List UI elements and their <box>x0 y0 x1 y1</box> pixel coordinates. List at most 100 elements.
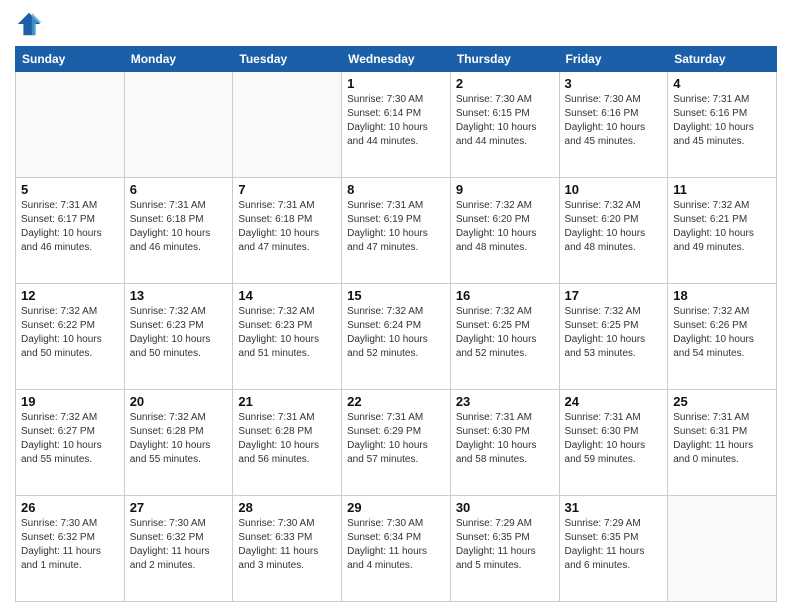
day-number: 25 <box>673 394 771 409</box>
day-number: 1 <box>347 76 445 91</box>
day-number: 11 <box>673 182 771 197</box>
calendar-cell: 4Sunrise: 7:31 AM Sunset: 6:16 PM Daylig… <box>668 72 777 178</box>
day-number: 17 <box>565 288 663 303</box>
calendar-cell: 15 Sunrise: 7:32 AM Sunset: 6:24 PM Dayli… <box>342 284 451 390</box>
day-number: 22 <box>347 394 445 409</box>
day-number: 31 <box>565 500 663 515</box>
day-info: Sunrise: 7:31 AM Sunset: 6:29 PM Dayligh… <box>347 411 445 467</box>
calendar-cell: 21 Sunrise: 7:31 AM Sunset: 6:28 PM Dayli… <box>233 390 342 496</box>
day-info: Sunrise: 7:30 AM Sunset: 6:14 PM Dayligh… <box>347 93 445 149</box>
calendar-cell: 13 Sunrise: 7:32 AM Sunset: 6:23 PM Dayli… <box>124 284 233 390</box>
calendar-cell: 16Sunrise: 7:32 AM Sunset: 6:25 PM Dayli… <box>450 284 559 390</box>
day-info: Sunrise: 7:30 AM Sunset: 6:32 PM Dayligh… <box>130 517 228 573</box>
week-row-2: 5 Sunrise: 7:31 AM Sunset: 6:17 PM Daylig… <box>16 178 777 284</box>
day-number: 27 <box>130 500 228 515</box>
header <box>15 10 777 38</box>
day-info: Sunrise: 7:30 AM Sunset: 6:16 PM Dayligh… <box>565 93 663 149</box>
day-number: 29 <box>347 500 445 515</box>
day-info: Sunrise: 7:30 AM Sunset: 6:32 PM Dayligh… <box>21 517 119 573</box>
calendar-cell: 29Sunrise: 7:30 AM Sunset: 6:34 PM Dayli… <box>342 496 451 602</box>
day-number: 15 <box>347 288 445 303</box>
calendar-cell: 26Sunrise: 7:30 AM Sunset: 6:32 PM Dayli… <box>16 496 125 602</box>
weekday-header-monday: Monday <box>124 47 233 72</box>
day-info: Sunrise: 7:31 AM Sunset: 6:17 PM Dayligh… <box>21 199 119 255</box>
day-info: Sunrise: 7:31 AM Sunset: 6:30 PM Dayligh… <box>456 411 554 467</box>
calendar-cell: 12Sunrise: 7:32 AM Sunset: 6:22 PM Dayli… <box>16 284 125 390</box>
weekday-header-saturday: Saturday <box>668 47 777 72</box>
calendar-cell: 27 Sunrise: 7:30 AM Sunset: 6:32 PM Dayli… <box>124 496 233 602</box>
logo <box>15 10 47 38</box>
day-info: Sunrise: 7:32 AM Sunset: 6:24 PM Dayligh… <box>347 305 445 361</box>
week-row-5: 26Sunrise: 7:30 AM Sunset: 6:32 PM Dayli… <box>16 496 777 602</box>
calendar-cell: 10 Sunrise: 7:32 AM Sunset: 6:20 PM Dayli… <box>559 178 668 284</box>
day-number: 18 <box>673 288 771 303</box>
day-number: 10 <box>565 182 663 197</box>
calendar-cell: 6 Sunrise: 7:31 AM Sunset: 6:18 PM Daylig… <box>124 178 233 284</box>
calendar-cell: 5 Sunrise: 7:31 AM Sunset: 6:17 PM Daylig… <box>16 178 125 284</box>
weekday-header-thursday: Thursday <box>450 47 559 72</box>
day-info: Sunrise: 7:29 AM Sunset: 6:35 PM Dayligh… <box>565 517 663 573</box>
calendar-table: SundayMondayTuesdayWednesdayThursdayFrid… <box>15 46 777 602</box>
day-info: Sunrise: 7:30 AM Sunset: 6:33 PM Dayligh… <box>238 517 336 573</box>
day-info: Sunrise: 7:32 AM Sunset: 6:23 PM Dayligh… <box>130 305 228 361</box>
calendar-cell: 7 Sunrise: 7:31 AM Sunset: 6:18 PM Daylig… <box>233 178 342 284</box>
day-info: Sunrise: 7:31 AM Sunset: 6:31 PM Dayligh… <box>673 411 771 467</box>
day-info: Sunrise: 7:30 AM Sunset: 6:15 PM Dayligh… <box>456 93 554 149</box>
logo-icon <box>15 10 43 38</box>
day-number: 5 <box>21 182 119 197</box>
day-number: 30 <box>456 500 554 515</box>
day-info: Sunrise: 7:32 AM Sunset: 6:25 PM Dayligh… <box>565 305 663 361</box>
day-number: 21 <box>238 394 336 409</box>
day-number: 13 <box>130 288 228 303</box>
weekday-header-tuesday: Tuesday <box>233 47 342 72</box>
calendar-cell: 19Sunrise: 7:32 AM Sunset: 6:27 PM Dayli… <box>16 390 125 496</box>
calendar-cell: 14 Sunrise: 7:32 AM Sunset: 6:23 PM Dayli… <box>233 284 342 390</box>
weekday-header-row: SundayMondayTuesdayWednesdayThursdayFrid… <box>16 47 777 72</box>
day-info: Sunrise: 7:32 AM Sunset: 6:28 PM Dayligh… <box>130 411 228 467</box>
calendar-cell: 23 Sunrise: 7:31 AM Sunset: 6:30 PM Dayli… <box>450 390 559 496</box>
day-info: Sunrise: 7:31 AM Sunset: 6:28 PM Dayligh… <box>238 411 336 467</box>
week-row-3: 12Sunrise: 7:32 AM Sunset: 6:22 PM Dayli… <box>16 284 777 390</box>
page: SundayMondayTuesdayWednesdayThursdayFrid… <box>0 0 792 612</box>
day-info: Sunrise: 7:29 AM Sunset: 6:35 PM Dayligh… <box>456 517 554 573</box>
day-number: 23 <box>456 394 554 409</box>
day-info: Sunrise: 7:32 AM Sunset: 6:27 PM Dayligh… <box>21 411 119 467</box>
day-number: 24 <box>565 394 663 409</box>
weekday-header-friday: Friday <box>559 47 668 72</box>
day-info: Sunrise: 7:32 AM Sunset: 6:20 PM Dayligh… <box>456 199 554 255</box>
day-info: Sunrise: 7:32 AM Sunset: 6:22 PM Dayligh… <box>21 305 119 361</box>
calendar-cell: 30 Sunrise: 7:29 AM Sunset: 6:35 PM Dayli… <box>450 496 559 602</box>
week-row-1: 1 Sunrise: 7:30 AM Sunset: 6:14 PM Daylig… <box>16 72 777 178</box>
weekday-header-wednesday: Wednesday <box>342 47 451 72</box>
calendar-cell <box>16 72 125 178</box>
calendar-cell <box>124 72 233 178</box>
calendar-cell: 28Sunrise: 7:30 AM Sunset: 6:33 PM Dayli… <box>233 496 342 602</box>
calendar-cell: 1 Sunrise: 7:30 AM Sunset: 6:14 PM Daylig… <box>342 72 451 178</box>
day-number: 8 <box>347 182 445 197</box>
day-info: Sunrise: 7:31 AM Sunset: 6:19 PM Dayligh… <box>347 199 445 255</box>
calendar-cell: 20 Sunrise: 7:32 AM Sunset: 6:28 PM Dayli… <box>124 390 233 496</box>
day-info: Sunrise: 7:32 AM Sunset: 6:20 PM Dayligh… <box>565 199 663 255</box>
calendar-cell <box>668 496 777 602</box>
day-number: 7 <box>238 182 336 197</box>
day-info: Sunrise: 7:32 AM Sunset: 6:23 PM Dayligh… <box>238 305 336 361</box>
day-info: Sunrise: 7:31 AM Sunset: 6:18 PM Dayligh… <box>130 199 228 255</box>
day-number: 6 <box>130 182 228 197</box>
day-number: 20 <box>130 394 228 409</box>
day-info: Sunrise: 7:32 AM Sunset: 6:21 PM Dayligh… <box>673 199 771 255</box>
calendar-cell: 11 Sunrise: 7:32 AM Sunset: 6:21 PM Dayli… <box>668 178 777 284</box>
day-number: 2 <box>456 76 554 91</box>
calendar-cell: 22 Sunrise: 7:31 AM Sunset: 6:29 PM Dayli… <box>342 390 451 496</box>
day-number: 14 <box>238 288 336 303</box>
calendar-cell: 25 Sunrise: 7:31 AM Sunset: 6:31 PM Dayli… <box>668 390 777 496</box>
calendar-cell: 24 Sunrise: 7:31 AM Sunset: 6:30 PM Dayli… <box>559 390 668 496</box>
day-info: Sunrise: 7:31 AM Sunset: 6:30 PM Dayligh… <box>565 411 663 467</box>
calendar-cell: 31 Sunrise: 7:29 AM Sunset: 6:35 PM Dayli… <box>559 496 668 602</box>
week-row-4: 19Sunrise: 7:32 AM Sunset: 6:27 PM Dayli… <box>16 390 777 496</box>
day-info: Sunrise: 7:31 AM Sunset: 6:18 PM Dayligh… <box>238 199 336 255</box>
day-info: Sunrise: 7:32 AM Sunset: 6:26 PM Dayligh… <box>673 305 771 361</box>
calendar-cell: 18 Sunrise: 7:32 AM Sunset: 6:26 PM Dayli… <box>668 284 777 390</box>
day-number: 3 <box>565 76 663 91</box>
day-number: 9 <box>456 182 554 197</box>
calendar-cell <box>233 72 342 178</box>
